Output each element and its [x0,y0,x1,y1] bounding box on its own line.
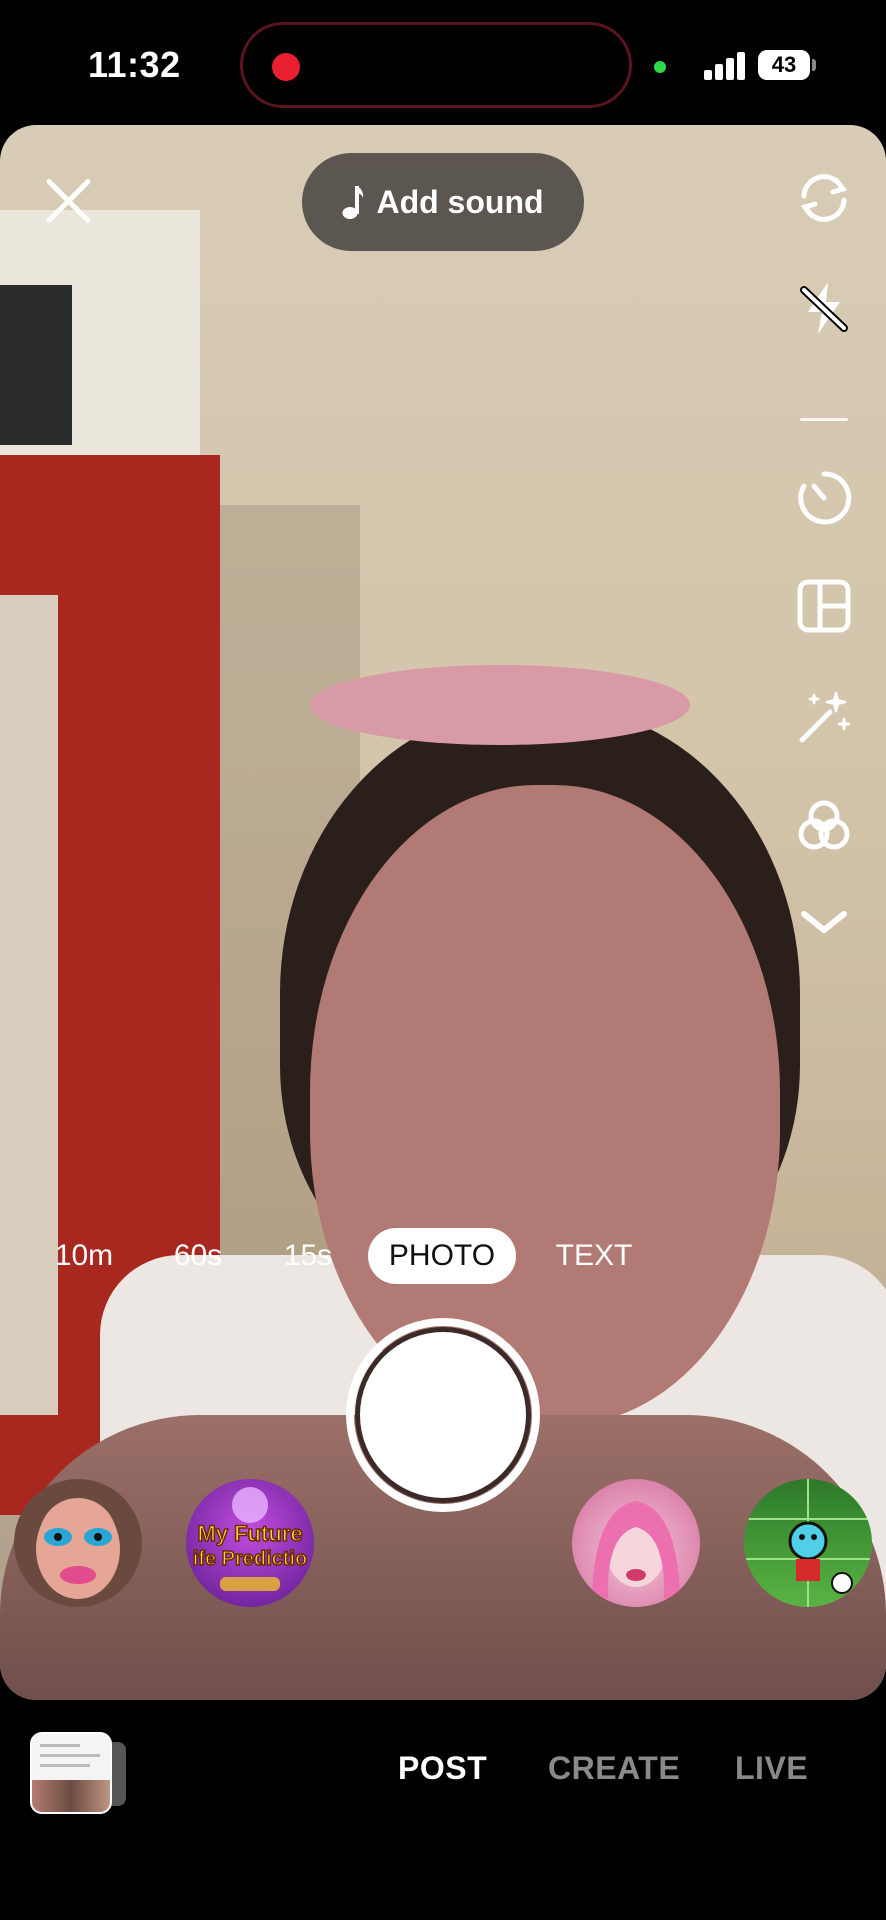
timer-button[interactable] [786,460,862,536]
status-bar: 11:32 43 [0,0,886,125]
effect-future-prediction-icon: My Future ife Predictio [192,1487,308,1591]
effect-pink-hair[interactable] [572,1479,700,1607]
status-time: 11:32 [88,44,181,85]
bottom-tab-post[interactable]: POST [398,1750,487,1787]
battery-icon: 43 [758,50,810,80]
camera-in-use-indicator-icon [654,61,666,73]
effect-pink-hair-icon [592,1501,680,1599]
shutter-button[interactable] [360,1332,526,1498]
flash-button[interactable] [786,270,862,346]
effect-soccer-game-icon [744,1479,872,1607]
mode-tab-10m[interactable]: 10m [44,1228,124,1284]
gallery-thumbnail[interactable] [30,1732,112,1814]
music-note-icon [342,186,364,219]
flash-off-icon [800,282,848,334]
scene-mirror [0,595,58,1415]
layout-button[interactable] [786,568,862,644]
bottom-bar: POST CREATE LIVE [0,1700,886,1920]
recording-indicator-icon [272,53,300,81]
more-tools-button[interactable] [786,884,862,960]
chevron-down-icon [801,911,847,933]
timer-icon [798,471,852,525]
add-sound-button[interactable]: Add sound [302,153,584,251]
layout-icon [797,579,851,633]
flip-camera-icon [800,174,848,222]
battery-nub [812,59,816,71]
scene-person-face [310,785,780,1425]
effect-future-prediction[interactable]: My Future ife Predictio [186,1479,314,1607]
effect-makeup-face-icon [36,1499,120,1599]
mode-tab-15s[interactable]: 15s [272,1228,344,1284]
scene-doorway [0,285,72,445]
mode-tab-60s[interactable]: 60s [162,1228,234,1284]
capture-mode-tabs: 10m 60s 15s PHOTO TEXT [0,1228,886,1288]
effect-soccer-game[interactable] [744,1479,872,1607]
toolbar-divider [800,418,848,421]
gallery-thumbnail-image [32,1780,110,1812]
bottom-tab-create[interactable]: CREATE [548,1750,680,1787]
effects-sparkle-icon [799,691,851,743]
mode-tab-photo[interactable]: PHOTO [368,1228,516,1284]
svg-text:ife Predictio: ife Predictio [193,1548,307,1570]
scene-hair-bow [310,665,690,745]
mode-tab-text[interactable]: TEXT [548,1228,640,1284]
effect-makeup-face[interactable] [14,1479,142,1607]
flip-camera-button[interactable] [786,160,862,236]
enhance-button[interactable] [786,678,862,754]
dynamic-island [240,22,632,108]
add-sound-label: Add sound [376,183,544,220]
cellular-signal-icon [704,50,748,80]
svg-text:My Future: My Future [197,1521,302,1546]
close-button[interactable] [42,175,94,227]
battery-level: 43 [771,52,797,77]
camera-preview[interactable]: Add sound 10m 60s 15s PHOTO TEXT My Futu… [0,125,886,1700]
filters-button[interactable] [786,788,862,864]
bottom-tab-live[interactable]: LIVE [735,1750,808,1787]
filters-icon [798,800,850,850]
